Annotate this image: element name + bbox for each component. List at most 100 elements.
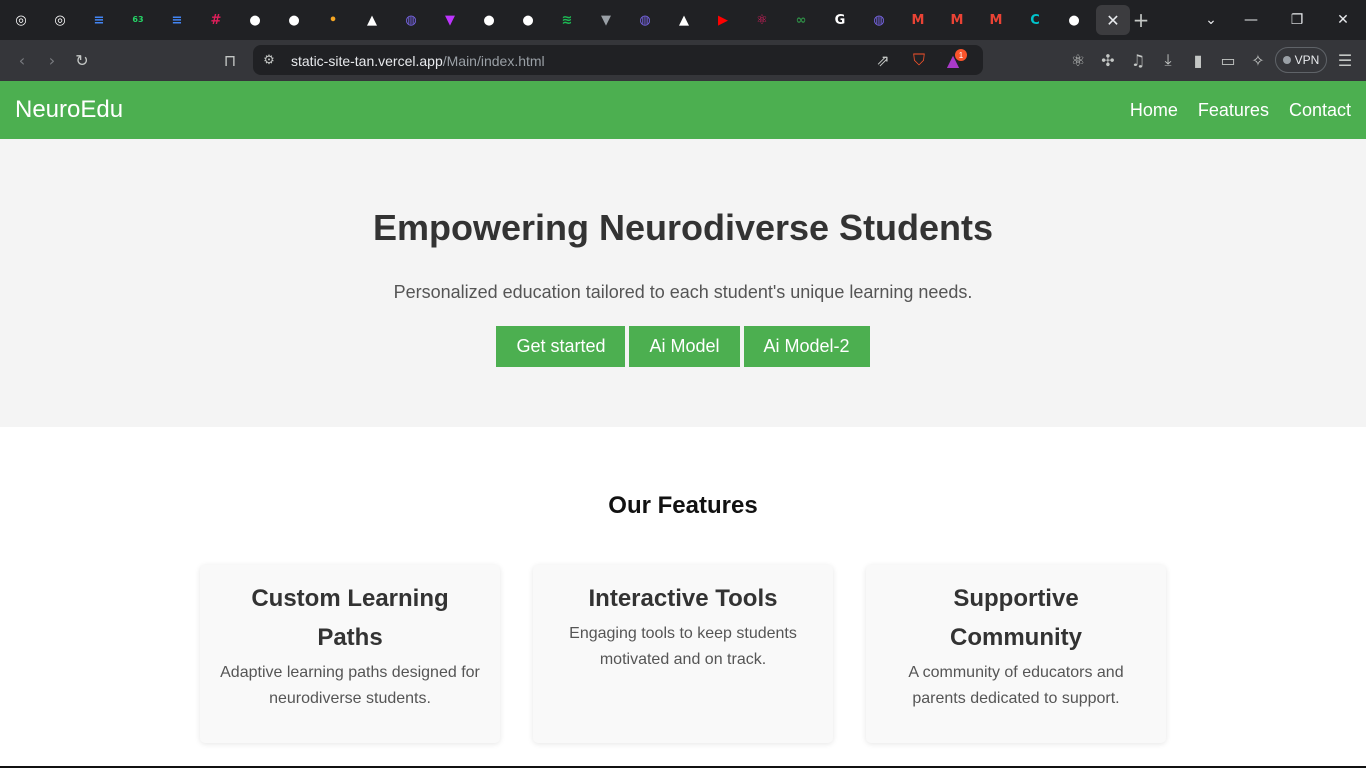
- new-tab-icon[interactable]: +: [1128, 7, 1154, 33]
- address-bar[interactable]: ⚙ static-site-tan.vercel.app/Main/index.…: [253, 45, 983, 75]
- url-domain: static-site-tan.vercel.app: [291, 53, 443, 69]
- browser-tab[interactable]: ◍: [394, 5, 428, 35]
- google-icon: G: [834, 12, 846, 28]
- site-settings-icon[interactable]: ⚙: [257, 48, 281, 72]
- browser-tab[interactable]: ▲: [667, 5, 701, 35]
- browser-tab[interactable]: ●: [1057, 5, 1091, 35]
- geeksforgeeks-icon: ∞: [795, 12, 807, 28]
- colorful-dot-icon: •: [328, 12, 338, 28]
- browser-tab[interactable]: ●: [277, 5, 311, 35]
- url-path: /Main/index.html: [442, 53, 545, 69]
- url-text[interactable]: static-site-tan.vercel.app/Main/index.ht…: [291, 53, 545, 69]
- youtube-icon: ▶: [718, 12, 728, 28]
- slack-icon: #: [210, 12, 222, 28]
- share-icon[interactable]: ⇗: [871, 48, 895, 72]
- hero-subtitle: Personalized education tailored to each …: [393, 282, 973, 302]
- feature-card-title: Custom Learning Paths: [251, 585, 449, 651]
- browser-tab[interactable]: ◎: [4, 5, 38, 35]
- leo-ai-icon[interactable]: ✧: [1246, 48, 1270, 72]
- browser-tab[interactable]: ◍: [862, 5, 896, 35]
- vercel-icon: ▲: [679, 12, 689, 28]
- browser-tab[interactable]: ≋: [550, 5, 584, 35]
- github-icon: ●: [522, 12, 534, 28]
- gmail-icon: M: [911, 12, 925, 28]
- hero-buttons: Get started Ai Model Ai Model-2: [0, 326, 1366, 367]
- vercel-icon: ▲: [367, 12, 377, 28]
- download-icon[interactable]: ⤓: [1156, 48, 1180, 72]
- browser-tab[interactable]: ⚛: [745, 5, 779, 35]
- browser-tab[interactable]: ●: [511, 5, 545, 35]
- sidebar-icon[interactable]: ▮: [1186, 48, 1210, 72]
- react-devtools-icon[interactable]: ⚛: [1066, 48, 1090, 72]
- brave-shields-icon[interactable]: ⛉: [907, 48, 931, 72]
- close-icon: ✕: [1106, 10, 1120, 30]
- browser-tab[interactable]: ▶: [706, 5, 740, 35]
- vpn-label: VPN: [1294, 53, 1320, 67]
- restore-icon[interactable]: ❐: [1274, 0, 1320, 40]
- browser-tab[interactable]: 63: [121, 5, 155, 35]
- canva-icon: C: [1030, 12, 1040, 28]
- browser-tab[interactable]: ●: [238, 5, 272, 35]
- bookmark-icon[interactable]: ⊓: [218, 48, 242, 72]
- back-icon[interactable]: ‹: [10, 48, 34, 72]
- browser-tab[interactable]: C: [1018, 5, 1052, 35]
- features-title: Our Features: [608, 492, 758, 519]
- gmail-icon: M: [950, 12, 964, 28]
- minimize-icon[interactable]: —: [1228, 0, 1274, 40]
- feature-card: Interactive Tools Engaging tools to keep…: [533, 565, 833, 743]
- google-docs-icon: ≡: [171, 12, 183, 28]
- feature-card: Custom Learning Paths Adaptive learning …: [200, 565, 500, 743]
- nav-home-link[interactable]: Home: [1130, 100, 1178, 121]
- whatsapp-icon: 63: [132, 15, 144, 24]
- feature-card: Supportive Community A community of educ…: [866, 565, 1166, 743]
- site-header: NeuroEdu Home Features Contact: [0, 81, 1366, 139]
- browser-tab[interactable]: ≡: [160, 5, 194, 35]
- forward-icon[interactable]: ›: [40, 48, 64, 72]
- browser-tab[interactable]: ◍: [628, 5, 662, 35]
- feature-card-title: Interactive Tools: [588, 585, 778, 612]
- browser-tab[interactable]: #: [199, 5, 233, 35]
- openai-icon: ◎: [15, 12, 27, 28]
- browser-tab[interactable]: ▲: [355, 5, 389, 35]
- browser-tab[interactable]: •: [316, 5, 350, 35]
- nav-features-link[interactable]: Features: [1198, 100, 1269, 121]
- gmail-icon: M: [989, 12, 1003, 28]
- nav-contact-link[interactable]: Contact: [1289, 100, 1351, 121]
- tab-strip: ◎ ◎ ≡ 63 ≡ # ● ● • ▲ ◍ ▼ ● ● ≋ ▼ ◍ ▲ ▶ ⚛ ∞ G ◍ M M M C ● ✕: [0, 0, 1366, 40]
- browser-tab[interactable]: ▼: [589, 5, 623, 35]
- globe-icon: ◍: [873, 12, 885, 28]
- reload-icon[interactable]: ↻: [70, 48, 94, 72]
- browser-tab[interactable]: ✕: [1096, 5, 1130, 35]
- github-icon: ●: [288, 12, 300, 28]
- ai-model-2-button[interactable]: Ai Model-2: [743, 326, 870, 367]
- feature-card-text: A community of educators and parents ded…: [908, 664, 1124, 707]
- feature-card-text: Engaging tools to keep students motivate…: [569, 625, 797, 668]
- browser-tab[interactable]: ▼: [433, 5, 467, 35]
- vpn-button[interactable]: VPN: [1275, 47, 1327, 73]
- browser-tab[interactable]: M: [901, 5, 935, 35]
- globe-icon: ◍: [639, 12, 651, 28]
- globe-icon: ◍: [405, 12, 417, 28]
- extensions-icon[interactable]: ✣: [1096, 48, 1120, 72]
- window-close-icon[interactable]: ✕: [1320, 0, 1366, 40]
- react-icon: ⚛: [756, 12, 768, 28]
- browser-tab[interactable]: ◎: [43, 5, 77, 35]
- browser-tab[interactable]: ≡: [82, 5, 116, 35]
- browser-tab[interactable]: G: [823, 5, 857, 35]
- browser-tab[interactable]: M: [940, 5, 974, 35]
- browser-tab[interactable]: ●: [472, 5, 506, 35]
- site-logo[interactable]: NeuroEdu: [15, 96, 123, 124]
- github-icon: ●: [249, 12, 261, 28]
- browser-tab[interactable]: M: [979, 5, 1013, 35]
- media-icon[interactable]: ♫: [1126, 48, 1150, 72]
- vpn-status-icon: [1282, 56, 1291, 64]
- menu-icon[interactable]: ☰: [1333, 48, 1357, 72]
- google-docs-icon: ≡: [93, 12, 105, 28]
- wallet-icon[interactable]: ▭: [1216, 48, 1240, 72]
- github-icon: ●: [1068, 12, 1080, 28]
- feature-card-text: Adaptive learning paths designed for neu…: [220, 664, 480, 707]
- feature-card-title: Supportive Community: [950, 585, 1082, 651]
- get-started-button[interactable]: Get started: [496, 326, 626, 367]
- ai-model-button[interactable]: Ai Model: [629, 326, 740, 367]
- browser-tab[interactable]: ∞: [784, 5, 818, 35]
